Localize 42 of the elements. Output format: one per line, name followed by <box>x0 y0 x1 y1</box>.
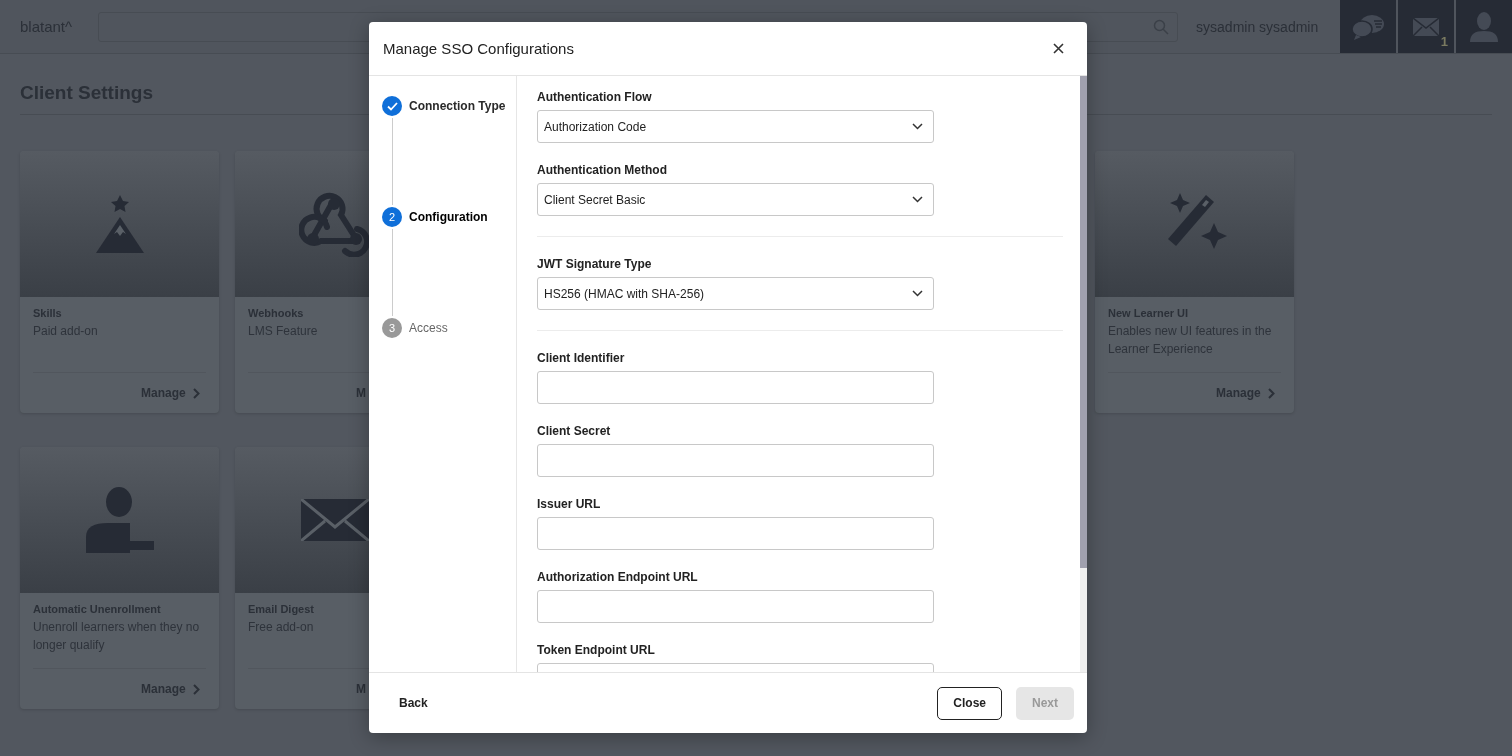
step-label[interactable]: Access <box>409 321 448 335</box>
chevron-right-icon <box>1267 387 1275 399</box>
help-chat-button[interactable] <box>1340 0 1396 53</box>
chevron-down-icon <box>912 290 923 297</box>
step-label[interactable]: Configuration <box>409 210 488 224</box>
messages-button[interactable]: 1 <box>1398 0 1454 53</box>
text-field[interactable] <box>537 444 934 477</box>
field-label: Client Secret <box>537 424 611 438</box>
field-label: JWT Signature Type <box>537 257 652 271</box>
field-label: Authentication Method <box>537 163 667 177</box>
field-label: Issuer URL <box>537 497 601 511</box>
field-label: Authorization Endpoint URL <box>537 570 698 584</box>
field-label: Client Identifier <box>537 351 625 365</box>
text-field[interactable] <box>537 371 934 404</box>
dropdown[interactable]: Authorization Code <box>537 110 934 143</box>
close-dialog-button[interactable]: Close <box>937 686 1002 720</box>
envelope-icon <box>300 499 369 541</box>
step-label[interactable]: Connection Type <box>409 99 506 113</box>
step-indicator: 2 <box>382 207 402 227</box>
chevron-right-icon <box>192 387 200 399</box>
back-button[interactable]: Back <box>389 690 438 716</box>
person-icon <box>1470 11 1498 42</box>
profile-button[interactable] <box>1456 0 1512 53</box>
step-indicator: 3 <box>382 318 402 338</box>
chevron-down-icon <box>912 123 923 130</box>
chevron-down-icon <box>912 196 923 203</box>
field-label: Authentication Flow <box>537 90 652 104</box>
close-icon <box>1053 43 1064 54</box>
dropdown[interactable]: Client Secret Basic <box>537 183 934 216</box>
message-count: 1 <box>1440 34 1448 49</box>
person-minus-icon <box>85 487 154 553</box>
mail-icon <box>1413 17 1439 36</box>
dialog-title: Manage SSO Configurations <box>383 40 574 57</box>
field-label: Token Endpoint URL <box>537 643 655 657</box>
text-field[interactable] <box>537 590 934 623</box>
webhook-icon <box>298 191 371 257</box>
mountain-star-icon <box>93 195 146 253</box>
chevron-right-icon <box>192 683 200 695</box>
text-field[interactable] <box>537 517 934 550</box>
scrollbar[interactable] <box>1080 76 1087 672</box>
chat-bubbles-icon <box>1351 13 1385 40</box>
dropdown[interactable]: HS256 (HMAC with SHA-256) <box>537 277 934 310</box>
